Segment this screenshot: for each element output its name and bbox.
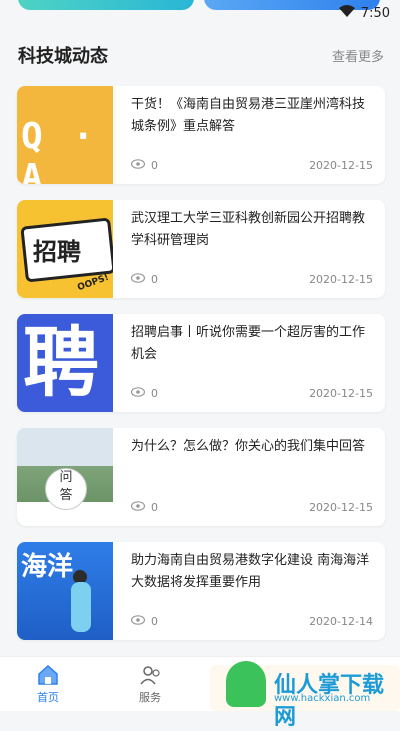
status-bar: 7:50 (338, 4, 390, 22)
news-item[interactable]: 招聘 OOPS! 武汉理工大学三亚科教创新园公开招聘教学科研管理岗 0 2020… (17, 200, 385, 298)
view-count: 0 (151, 500, 158, 514)
thumbnail-text: 海洋 (21, 552, 74, 582)
wifi-icon (338, 4, 355, 22)
thumbnail-text: 聘 (23, 318, 99, 407)
thumbnail-text: 招聘 (33, 238, 81, 266)
eye-icon (130, 614, 146, 628)
service-icon (120, 665, 180, 685)
news-item[interactable]: 海洋 助力海南自由贸易港数字化建设 南海海洋大数据将发挥重要作用 0 2020-… (17, 542, 385, 640)
view-count: 0 (151, 614, 158, 628)
news-title: 武汉理工大学三亚科教创新园公开招聘教学科研管理岗 (131, 211, 366, 248)
news-date: 2020-12-15 (309, 386, 373, 400)
thumbnail-text: 问 答 (45, 468, 87, 510)
news-title: 助力海南自由贸易港数字化建设 南海海洋大数据将发挥重要作用 (131, 553, 370, 590)
news-thumbnail: Q · A (17, 86, 113, 184)
bottom-tab-bar: 首页 服务 仙人掌下载网 www.hackxian.com (0, 656, 400, 730)
news-title: 干货！《海南自由贸易港三亚崖州湾科技城条例》重点解答 (131, 97, 366, 134)
section-header: 科技城动态 查看更多 (18, 40, 384, 70)
news-date: 2020-12-15 (309, 272, 373, 286)
eye-icon (130, 500, 146, 514)
watermark-url: www.hackxian.com (274, 693, 371, 704)
status-time: 7:50 (360, 5, 390, 21)
view-count: 0 (151, 386, 158, 400)
tab-home[interactable]: 首页 (18, 665, 78, 705)
view-count: 0 (151, 272, 158, 286)
home-icon (18, 665, 78, 685)
eye-icon (130, 158, 146, 172)
banner-card-left[interactable] (18, 0, 194, 10)
news-item[interactable]: 问 答 为什么？怎么做？你关心的我们集中回答 0 2020-12-15 (17, 428, 385, 526)
news-thumbnail: 海洋 (17, 542, 113, 640)
news-thumbnail: 聘 (17, 314, 113, 412)
news-thumbnail: 问 答 (17, 428, 113, 526)
eye-icon (130, 272, 146, 286)
news-item[interactable]: 聘 招聘启事丨听说你需要一个超厉害的工作机会 0 2020-12-15 (17, 314, 385, 412)
news-title: 为什么？怎么做？你关心的我们集中回答 (131, 439, 366, 454)
eye-icon (130, 386, 146, 400)
cactus-icon (226, 661, 266, 707)
section-title: 科技城动态 (18, 46, 108, 67)
tab-service[interactable]: 服务 (120, 665, 180, 705)
news-date: 2020-12-15 (309, 158, 373, 172)
news-title: 招聘启事丨听说你需要一个超厉害的工作机会 (131, 325, 366, 362)
news-list: Q · A 干货！《海南自由贸易港三亚崖州湾科技城条例》重点解答 0 2020-… (17, 86, 385, 656)
view-count: 0 (151, 158, 158, 172)
news-date: 2020-12-15 (309, 500, 373, 514)
news-thumbnail: 招聘 OOPS! (17, 200, 113, 298)
tab-label: 首页 (37, 691, 59, 704)
thumbnail-text: Q · A (21, 116, 99, 184)
top-strip: 7:50 (0, 0, 400, 22)
more-link[interactable]: 查看更多 (332, 46, 384, 65)
tab-label: 服务 (139, 691, 161, 704)
news-item[interactable]: Q · A 干货！《海南自由贸易港三亚崖州湾科技城条例》重点解答 0 2020-… (17, 86, 385, 184)
news-date: 2020-12-14 (309, 614, 373, 628)
watermark-overlay: 仙人掌下载网 www.hackxian.com (210, 661, 400, 730)
